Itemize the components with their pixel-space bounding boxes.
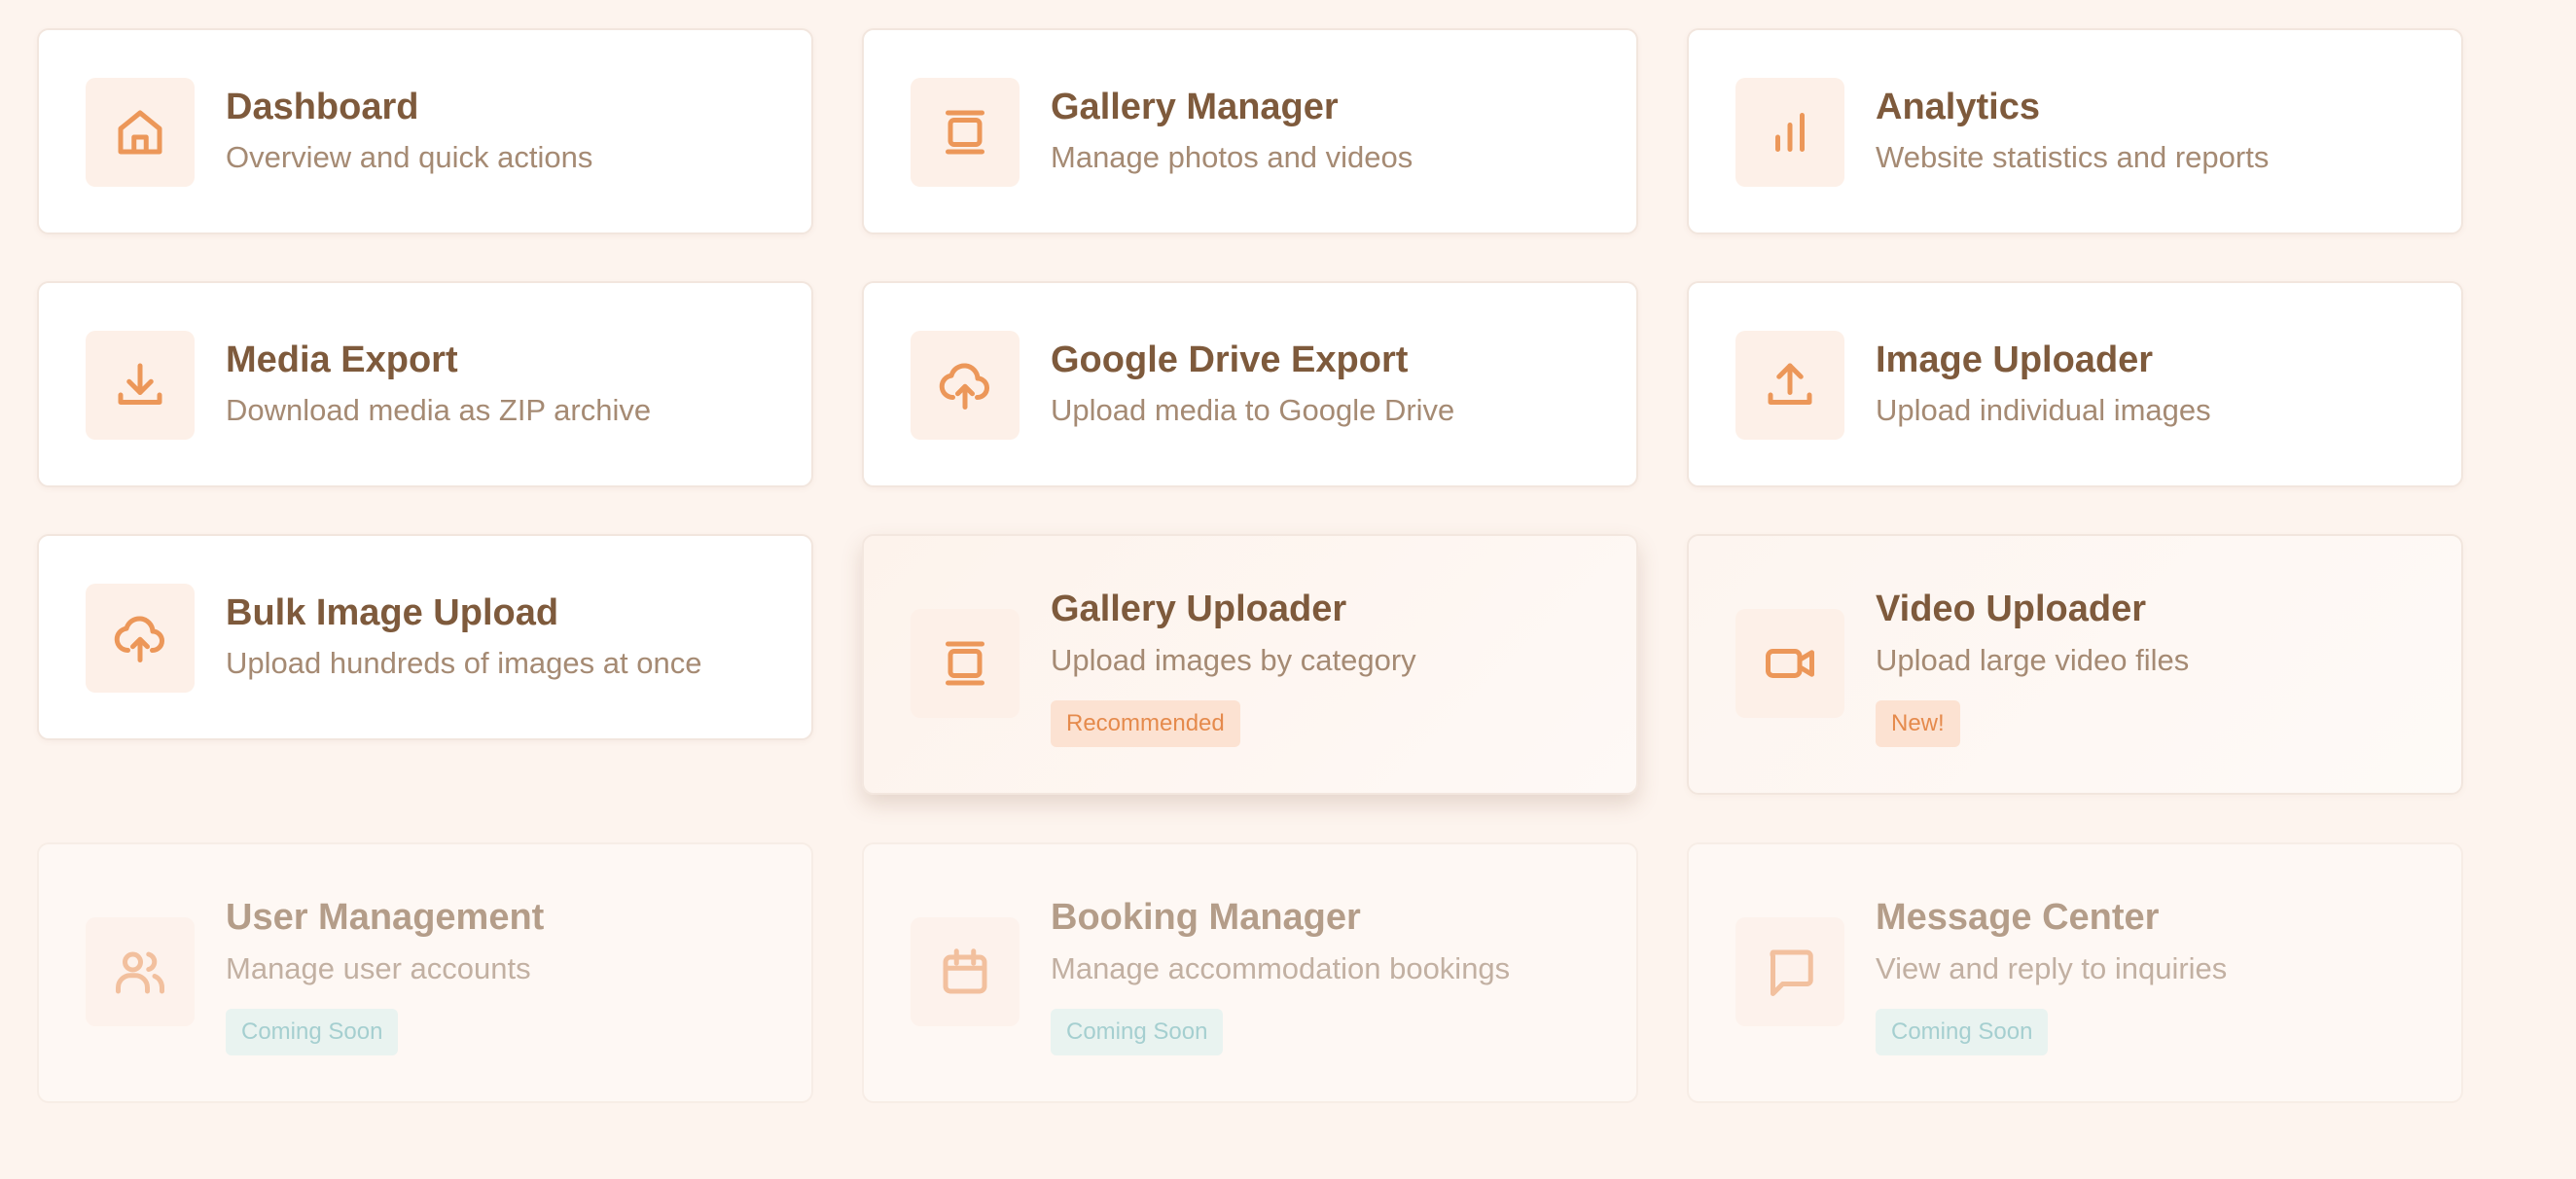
- gallery-icon-box: [911, 78, 1020, 187]
- card-description: Download media as ZIP archive: [226, 393, 652, 427]
- card-gallery-uploader[interactable]: Gallery Uploader Upload images by catego…: [862, 534, 1638, 795]
- card-title: Gallery Uploader: [1051, 589, 1347, 629]
- card-title: Analytics: [1876, 87, 2040, 127]
- users-icon-box: [86, 917, 195, 1026]
- bar-chart-icon-box: [1735, 78, 1844, 187]
- card-booking-manager: Booking Manager Manage accommodation boo…: [862, 842, 1638, 1103]
- gallery-icon: [946, 110, 984, 155]
- home-icon-box: [86, 78, 195, 187]
- message-icon: [1770, 949, 1813, 996]
- cloud-upload-icon-box: [86, 584, 195, 693]
- card-gallery-manager[interactable]: Gallery Manager Manage photos and videos: [862, 28, 1638, 234]
- coming-soon-badge: Coming Soon: [226, 1009, 399, 1055]
- card-description: Upload media to Google Drive: [1051, 393, 1455, 427]
- card-description: Upload large video files: [1876, 643, 2190, 677]
- users-icon: [116, 951, 164, 994]
- card-description: Website statistics and reports: [1876, 140, 2270, 174]
- card-description: Upload individual images: [1876, 393, 2211, 427]
- card-video-uploader[interactable]: Video Uploader Upload large video files …: [1687, 534, 2463, 795]
- card-title: Gallery Manager: [1051, 87, 1339, 127]
- home-icon: [118, 110, 162, 155]
- card-bulk-image-upload[interactable]: Bulk Image Upload Upload hundreds of ima…: [37, 534, 813, 740]
- coming-soon-badge: Coming Soon: [1051, 1009, 1224, 1055]
- card-title: Dashboard: [226, 87, 419, 127]
- card-user-management: User Management Manage user accounts Com…: [37, 842, 813, 1103]
- video-icon-box: [1735, 609, 1844, 718]
- coming-soon-badge: Coming Soon: [1876, 1009, 2049, 1055]
- upload-icon: [1768, 363, 1812, 405]
- card-description: Manage photos and videos: [1051, 140, 1413, 174]
- card-title: Google Drive Export: [1051, 339, 1409, 380]
- card-description: View and reply to inquiries: [1876, 951, 2228, 985]
- card-description: Upload hundreds of images at once: [226, 646, 702, 680]
- cloud-upload-icon: [939, 363, 989, 410]
- card-analytics[interactable]: Analytics Website statistics and reports: [1687, 28, 2463, 234]
- card-description: Upload images by category: [1051, 643, 1416, 677]
- upload-icon-box: [1735, 331, 1844, 440]
- card-description: Manage accommodation bookings: [1051, 951, 1511, 985]
- calendar-icon: [943, 948, 987, 994]
- card-title: User Management: [226, 897, 545, 938]
- download-icon-box: [86, 331, 195, 440]
- video-icon: [1766, 649, 1814, 678]
- recommended-badge: Recommended: [1051, 700, 1240, 747]
- card-title: Bulk Image Upload: [226, 592, 559, 633]
- gallery-icon-box: [911, 609, 1020, 718]
- cloud-upload-icon: [114, 616, 164, 662]
- card-description: Manage user accounts: [226, 951, 531, 985]
- card-image-uploader[interactable]: Image Uploader Upload individual images: [1687, 281, 2463, 487]
- card-dashboard[interactable]: Dashboard Overview and quick actions: [37, 28, 813, 234]
- download-icon: [118, 363, 162, 405]
- card-message-center: Message Center View and reply to inquiri…: [1687, 842, 2463, 1103]
- gallery-icon: [946, 641, 984, 686]
- message-icon-box: [1735, 917, 1844, 1026]
- card-google-drive-export[interactable]: Google Drive Export Upload media to Goog…: [862, 281, 1638, 487]
- cloud-upload-icon-box: [911, 331, 1020, 440]
- calendar-icon-box: [911, 917, 1020, 1026]
- card-description: Overview and quick actions: [226, 140, 593, 174]
- card-title: Message Center: [1876, 897, 2160, 938]
- card-title: Media Export: [226, 339, 458, 380]
- card-media-export[interactable]: Media Export Download media as ZIP archi…: [37, 281, 813, 487]
- card-title: Image Uploader: [1876, 339, 2154, 380]
- card-title: Video Uploader: [1876, 589, 2147, 629]
- bar-chart-icon: [1775, 113, 1805, 152]
- new-badge: New!: [1876, 700, 1960, 747]
- card-title: Booking Manager: [1051, 897, 1361, 938]
